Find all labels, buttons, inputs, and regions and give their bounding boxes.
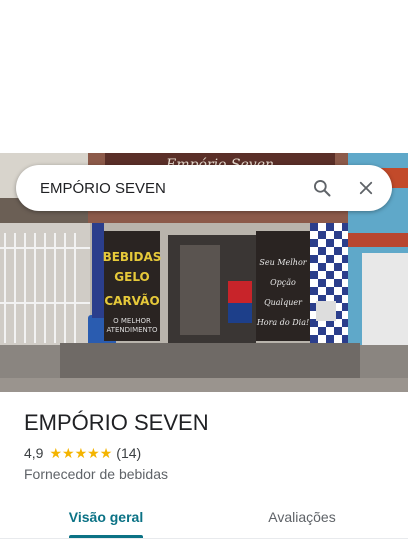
door-left-line-4: O MELHOR <box>113 317 151 325</box>
tab-overview[interactable]: Visão geral <box>56 496 156 538</box>
place-category[interactable]: Fornecedor de bebidas <box>24 466 168 482</box>
door-right-line-3: Qualquer <box>264 298 303 307</box>
door-left-line-1: BEBIDAS <box>103 250 162 264</box>
rating-value: 4,9 <box>24 445 44 461</box>
tab-reviews[interactable]: Avaliações <box>252 496 352 538</box>
close-button[interactable] <box>348 170 384 206</box>
tab-bar: Visão geral Avaliações <box>0 496 408 538</box>
search-input[interactable]: EMPÓRIO SEVEN <box>40 180 304 197</box>
search-icon <box>314 180 331 197</box>
star-icon: ★ <box>99 445 113 461</box>
door-right-line-1: Seu Melhor <box>259 258 307 267</box>
place-title: EMPÓRIO SEVEN <box>24 410 209 435</box>
reviews-count[interactable]: (14) <box>116 445 141 461</box>
star-icon: ★ <box>49 445 63 461</box>
close-icon <box>359 181 373 195</box>
star-icon: ★ <box>74 445 88 461</box>
search-bar[interactable]: EMPÓRIO SEVEN <box>16 165 392 211</box>
door-left-line-5: ATENDIMENTO <box>106 326 158 334</box>
rating-row[interactable]: 4,9 ★ ★ ★ ★ ★ (14) <box>24 445 141 461</box>
map-area-blank <box>0 0 408 153</box>
star-icon: ★ <box>87 445 100 461</box>
door-right-line-2: Opção <box>270 278 296 287</box>
search-button[interactable] <box>304 170 340 206</box>
door-left-line-2: GELO <box>114 270 149 284</box>
tabs-divider <box>0 538 408 539</box>
door-left-line-3: CARVÃO <box>104 293 159 308</box>
star-icon: ★ <box>62 445 75 461</box>
door-right-line-4: Hora do Dia! <box>256 318 309 327</box>
rating-stars: ★ ★ ★ ★ ★ <box>49 446 112 460</box>
